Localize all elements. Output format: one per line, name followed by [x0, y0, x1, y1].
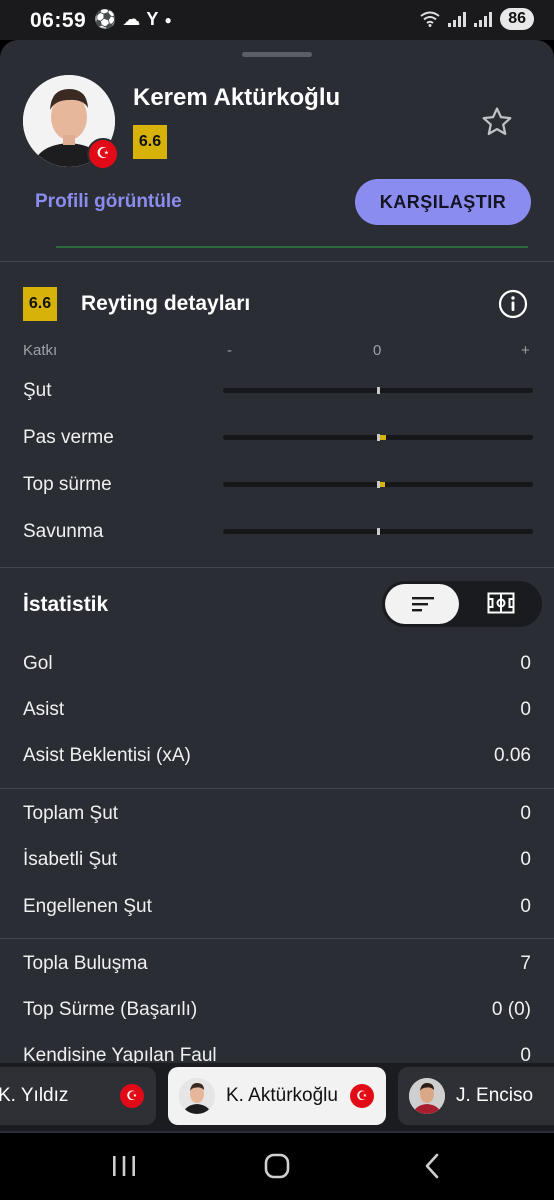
stat-label: Engellenen Şut — [23, 896, 152, 917]
status-time: 06:59 — [30, 9, 87, 32]
status-bar: 06:59 ⚽ ☁ Y ● 86 — [0, 0, 554, 40]
recent-apps-icon[interactable] — [107, 1151, 141, 1181]
rating-track-fill — [380, 482, 385, 487]
stat-label: Topla Buluşma — [23, 953, 148, 974]
dot-icon: ● — [164, 12, 172, 27]
rating-row-label: Top sürme — [23, 474, 112, 495]
section-divider — [0, 261, 554, 262]
wifi-icon — [420, 11, 440, 27]
player-chip-name: K. Yıldız — [0, 1085, 69, 1106]
stat-label: Top Sürme (Başarılı) — [23, 999, 198, 1020]
y-app-icon: Y — [146, 9, 159, 29]
pitch-icon[interactable] — [487, 592, 515, 614]
pitch-line-divider — [56, 246, 528, 248]
player-chip-current[interactable]: K. Aktürkoğlu ☪ — [168, 1067, 386, 1125]
player-chip-next[interactable]: J. Enciso — [398, 1067, 554, 1125]
player-chip-name: J. Enciso — [456, 1085, 534, 1106]
rating-row-label: Savunma — [23, 521, 104, 542]
player-chip-previous[interactable]: K. Yıldız ☪ — [0, 1067, 156, 1125]
stats-view-toggle[interactable] — [382, 581, 542, 627]
rating-track-center — [377, 434, 380, 441]
rating-track-center — [377, 528, 380, 535]
stat-label: Gol — [23, 653, 53, 674]
stat-value: 0 — [520, 896, 531, 917]
player-name: Kerem Aktürkoğlu — [133, 84, 341, 111]
favorite-star-icon[interactable] — [480, 105, 514, 139]
rating-track-center — [377, 481, 380, 488]
rating-track — [223, 434, 533, 441]
stat-label: Asist — [23, 699, 65, 720]
status-system-icons: 86 — [420, 8, 534, 30]
player-chip-name: K. Aktürkoğlu — [226, 1085, 338, 1106]
stat-label: İsabetli Şut — [23, 849, 117, 870]
soccer-ball-icon: ⚽ — [94, 9, 117, 29]
stat-value: 0 — [520, 653, 531, 674]
player-chip-avatar — [179, 1078, 215, 1114]
status-notification-icons: ⚽ ☁ Y ● — [94, 9, 172, 30]
section-divider — [0, 567, 554, 568]
player-sheet: ☪ Kerem Aktürkoğlu 6.6 Profili görüntüle… — [0, 40, 554, 1133]
system-navigation-bar — [0, 1133, 554, 1200]
stat-value: 0.06 — [494, 745, 531, 766]
rating-details-badge: 6.6 — [23, 287, 57, 321]
player-rating-badge: 6.6 — [133, 125, 167, 159]
view-profile-link[interactable]: Profili görüntüle — [35, 191, 182, 213]
stat-label: Toplam Şut — [23, 803, 119, 824]
scale-zero: 0 — [373, 342, 382, 359]
list-icon — [412, 597, 434, 612]
compare-button[interactable]: KARŞILAŞTIR — [355, 179, 531, 225]
cloud-icon: ☁ — [122, 9, 141, 29]
turkey-flag-icon: ☪ — [87, 138, 119, 170]
signal-icon-2 — [474, 11, 493, 27]
stat-group-divider — [0, 788, 554, 789]
stat-value: 0 (0) — [491, 999, 531, 1020]
rating-track — [223, 387, 533, 394]
scale-label: Katkı — [23, 342, 58, 359]
stat-value: 7 — [520, 953, 531, 974]
turkey-flag-icon: ☪ — [120, 1084, 144, 1108]
battery-indicator: 86 — [500, 8, 534, 30]
rating-row-label: Pas verme — [23, 427, 114, 448]
signal-icon-1 — [448, 11, 467, 27]
stat-label: Asist Beklentisi (xA) — [23, 745, 191, 766]
scale-minus: - — [227, 342, 232, 359]
rating-track-center — [377, 387, 380, 394]
rating-row-label: Şut — [23, 380, 52, 401]
stat-group-divider — [0, 938, 554, 939]
rating-track — [223, 481, 533, 488]
rating-details-title: Reyting detayları — [81, 292, 251, 315]
back-icon[interactable] — [416, 1151, 450, 1181]
home-icon[interactable] — [260, 1151, 294, 1181]
info-icon[interactable] — [498, 289, 528, 319]
rating-track — [223, 528, 533, 535]
player-switcher: K. Yıldız ☪ K. Aktürkoğlu ☪ J. Enciso — [0, 1063, 554, 1131]
stats-title: İstatistik — [23, 593, 109, 616]
list-view-toggle[interactable] — [385, 584, 459, 624]
scale-plus: + — [521, 342, 530, 359]
player-photo-icon — [409, 1078, 445, 1114]
stat-value: 0 — [520, 803, 531, 824]
player-photo-icon — [179, 1078, 215, 1114]
stat-value: 0 — [520, 849, 531, 870]
stat-value: 0 — [520, 699, 531, 720]
player-chip-avatar — [409, 1078, 445, 1114]
drag-handle[interactable] — [242, 52, 312, 57]
rating-track-fill — [380, 435, 387, 440]
turkey-flag-icon: ☪ — [350, 1084, 374, 1108]
